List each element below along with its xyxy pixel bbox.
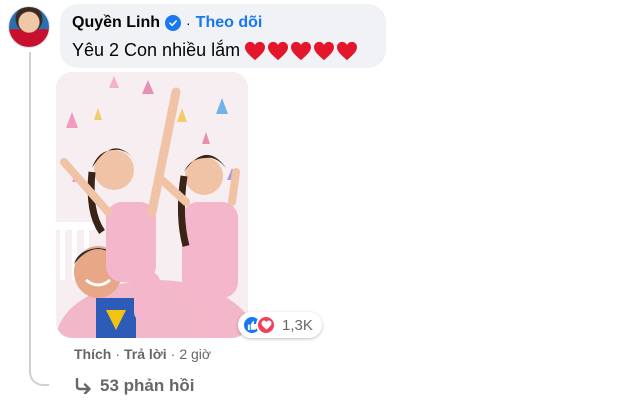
comment-header: Quyền Linh · Theo dõi [72,12,374,34]
heart-emoji-icon [314,41,335,60]
hearts-emoji-group [244,41,359,61]
reaction-count: 1,3K [282,316,313,334]
replies-count-label: 53 phản hồi [100,376,195,395]
view-replies-link[interactable]: 53 phản hồi [74,376,194,396]
comment-body: Yêu 2 Con nhiều lắm [72,40,374,61]
comment-actions: Thích · Trả lời · 2 giờ [74,346,211,362]
thread-line [29,52,31,374]
action-separator: · [170,346,176,362]
comment-photo[interactable] [56,72,248,338]
reply-button[interactable]: Trả lời [124,346,167,362]
love-icon [256,315,276,335]
thread-connector [29,360,49,386]
follow-button[interactable]: Theo dõi [196,14,263,32]
heart-emoji-icon [245,41,266,60]
comment-text: Yêu 2 Con nhiều lắm [72,40,241,60]
comment-bubble: Quyền Linh · Theo dõi Yêu 2 Con nhiều lắ… [60,4,386,68]
verified-badge-icon [165,15,181,31]
header-separator: · [186,15,191,31]
like-button[interactable]: Thích [74,346,111,362]
avatar[interactable] [8,6,50,48]
photo-illustration [56,72,248,338]
heart-emoji-icon [268,41,289,60]
action-separator: · [115,346,121,362]
reply-arrow-icon [75,378,91,394]
heart-emoji-icon [291,41,312,60]
timestamp[interactable]: 2 giờ [179,346,211,362]
heart-emoji-icon [337,41,358,60]
reaction-summary[interactable]: 1,3K [238,312,322,338]
author-name[interactable]: Quyền Linh [72,14,160,32]
